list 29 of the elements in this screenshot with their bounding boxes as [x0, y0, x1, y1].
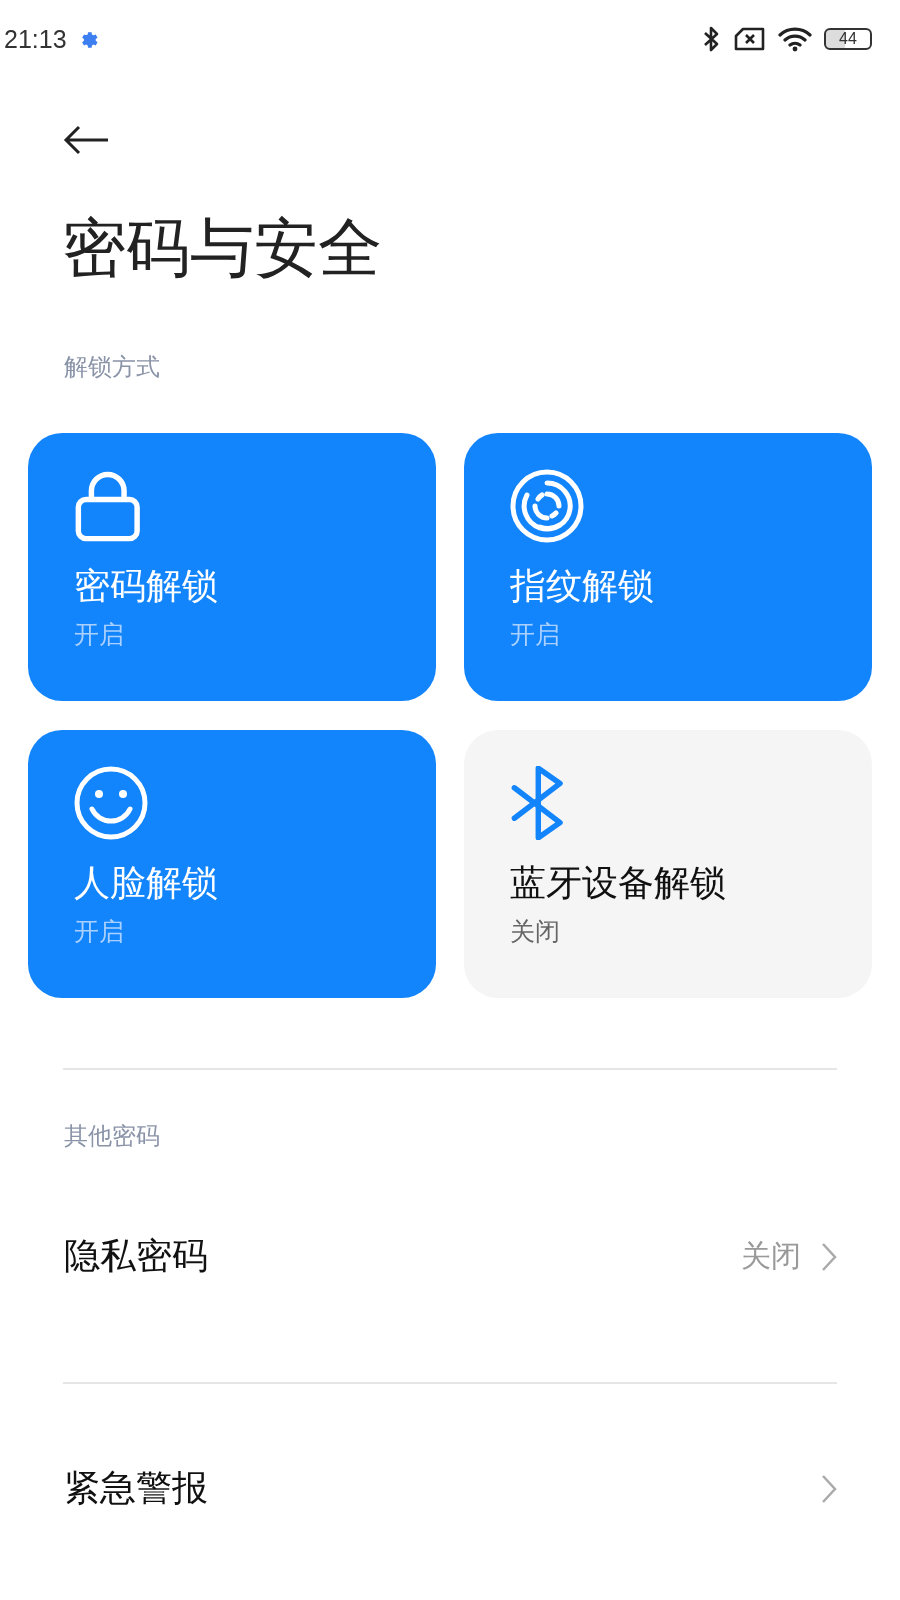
tile-label: 指纹解锁: [510, 563, 654, 608]
tile-status: 开启: [74, 618, 124, 651]
chevron-right-icon: [821, 1473, 837, 1504]
unlock-tile[interactable]: 指纹解锁 开启: [464, 432, 872, 701]
clock: 21:13: [4, 24, 67, 54]
settings-row[interactable]: 紧急警报: [0, 1433, 900, 1544]
tile-status: 关闭: [510, 915, 560, 948]
tile-status: 开启: [510, 618, 560, 651]
section-heading: 其他密码: [64, 1120, 161, 1152]
tile-label: 密码解锁: [74, 563, 218, 608]
chevron-right-icon: [821, 1241, 837, 1272]
battery-icon: 44: [824, 28, 872, 50]
fingerprint-icon: [510, 468, 584, 543]
smiley-face-icon: [74, 765, 148, 840]
section-heading: 解锁方式: [64, 351, 161, 383]
page-title: 密码与安全: [62, 210, 383, 287]
row-value: 关闭: [741, 1237, 801, 1276]
settings-row[interactable]: 隐私密码 关闭: [0, 1201, 900, 1312]
tile-label: 人脸解锁: [74, 860, 218, 905]
back-arrow-icon[interactable]: [62, 124, 110, 156]
sim-card-icon: [734, 27, 766, 51]
row-label: 紧急警报: [64, 1466, 209, 1511]
unlock-tile[interactable]: 蓝牙设备解锁 关闭: [464, 729, 872, 998]
unlock-tile[interactable]: 密码解锁 开启: [28, 432, 436, 701]
unlock-tile[interactable]: 人脸解锁 开启: [28, 729, 436, 998]
tile-status: 开启: [74, 915, 124, 948]
wifi-icon: [778, 26, 812, 52]
tile-label: 蓝牙设备解锁: [510, 860, 726, 905]
row-label: 隐私密码: [64, 1234, 209, 1279]
